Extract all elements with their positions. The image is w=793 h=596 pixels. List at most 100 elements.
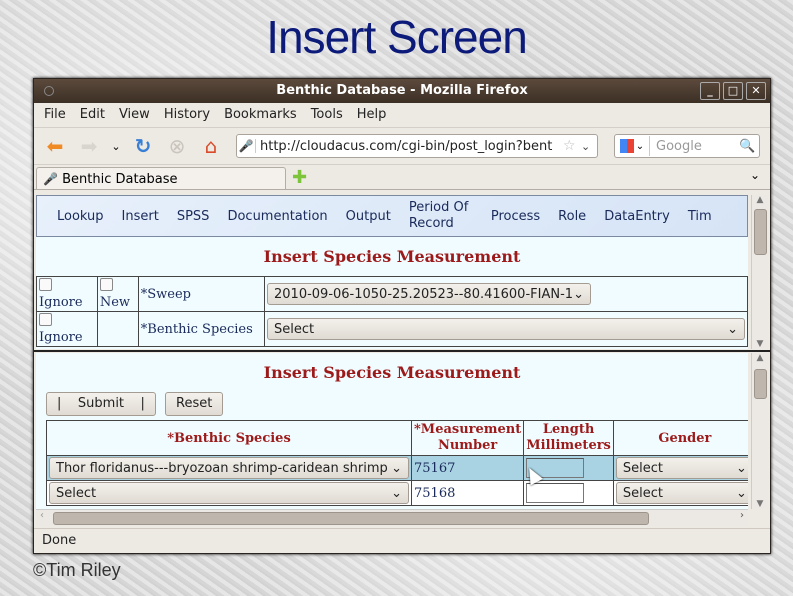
window-menu-icon[interactable] — [44, 86, 54, 96]
menu-view[interactable]: View — [119, 103, 150, 127]
sweep-select-value: 2010-09-06-1050-25.20523--80.41600-FIAN-… — [274, 286, 574, 302]
maximize-button[interactable]: □ — [723, 82, 743, 100]
length-input[interactable] — [526, 483, 585, 503]
horizontal-scrollbar[interactable]: ‹ › — [36, 509, 748, 526]
menu-bookmarks[interactable]: Bookmarks — [224, 103, 297, 127]
col-length-millimeters: Length Millimeters — [523, 420, 614, 456]
tab-benthic-database[interactable]: 🎤 Benthic Database — [36, 167, 286, 189]
new-checkbox[interactable] — [99, 278, 113, 291]
sweep-select[interactable]: 2010-09-06-1050-25.20523--80.41600-FIAN-… — [267, 283, 591, 305]
close-button[interactable]: ✕ — [746, 82, 766, 100]
menu-file[interactable]: File — [44, 103, 66, 127]
sweep-row: Ignore New *Sweep 2010-09-06-1050-25.205… — [36, 276, 748, 312]
bottom-frame: Insert Species Measurement | Submit | Re… — [36, 353, 748, 509]
url-dropdown-icon[interactable]: ⌄ — [581, 140, 597, 153]
measurement-table: *Benthic Species *Measurement Number Len… — [46, 420, 748, 506]
home-icon[interactable]: ⌂ — [198, 133, 224, 159]
gender-select-value: Select — [622, 460, 663, 476]
nav-spss[interactable]: SPSS — [177, 209, 210, 224]
bottom-form-title: Insert Species Measurement — [263, 363, 521, 382]
top-frame-scrollbar[interactable]: ▲ ▼ — [751, 195, 768, 349]
search-bar[interactable]: ⌄ Google 🔍 — [614, 134, 760, 158]
menu-edit[interactable]: Edit — [80, 103, 105, 127]
nav-insert[interactable]: Insert — [122, 209, 159, 224]
chevron-down-icon: ⌄ — [573, 286, 584, 302]
species-select-value: Select — [56, 485, 97, 501]
nav-tim[interactable]: Tim — [688, 209, 712, 224]
table-row: Thor floridanus---bryozoan shrimp-caride… — [46, 455, 748, 481]
nav-process[interactable]: Process — [491, 209, 540, 224]
scroll-thumb[interactable] — [754, 209, 767, 255]
table-row: Select ⌄ 75168 Select ⌄ — [46, 480, 748, 506]
scroll-left-icon[interactable]: ‹ — [40, 510, 44, 521]
chevron-down-icon: ⌄ — [391, 485, 402, 501]
chevron-down-icon: ⌄ — [727, 321, 738, 337]
nav-dataentry[interactable]: DataEntry — [604, 209, 670, 224]
col-benthic-species: *Benthic Species — [46, 420, 412, 456]
species-select[interactable]: Thor floridanus---bryozoan shrimp-caride… — [49, 457, 409, 479]
search-engine-icon[interactable]: ⌄ — [615, 136, 650, 156]
ignore-label: Ignore — [39, 295, 83, 310]
scroll-right-icon[interactable]: › — [740, 510, 744, 521]
site-favicon-icon: 🎤 — [237, 139, 256, 153]
bookmark-star-icon[interactable]: ☆ — [563, 138, 581, 154]
gender-select[interactable]: Select ⌄ — [615, 457, 748, 479]
scroll-down-icon[interactable]: ▼ — [752, 339, 768, 349]
back-arrow-icon[interactable]: ⬅ — [42, 133, 68, 159]
window-title: Benthic Database - Mozilla Firefox — [276, 83, 528, 98]
site-nav: Lookup Insert SPSS Documentation Output … — [36, 195, 748, 237]
col-gender: Gender — [612, 420, 748, 456]
tab-label: Benthic Database — [62, 172, 178, 187]
scroll-up-icon[interactable]: ▲ — [752, 195, 768, 205]
url-text[interactable]: http://cloudacus.com/cgi-bin/post_login?… — [260, 139, 563, 154]
gender-select[interactable]: Select ⌄ — [615, 482, 748, 504]
species-select[interactable]: Select ⌄ — [49, 482, 409, 504]
bottom-frame-scrollbar[interactable]: ▲ ▼ — [751, 353, 768, 509]
measurement-number: 75168 — [410, 480, 525, 506]
nav-output[interactable]: Output — [346, 209, 391, 224]
submit-button[interactable]: | Submit | — [46, 392, 156, 416]
stop-icon[interactable]: ⊗ — [164, 133, 190, 159]
tab-bar: 🎤 Benthic Database ✚ ⌄ — [34, 165, 770, 190]
ignore-checkbox[interactable] — [39, 278, 52, 291]
benthic-species-label: *Benthic Species — [140, 321, 253, 337]
scroll-thumb[interactable] — [754, 369, 767, 399]
species-select-value: Thor floridanus---bryozoan shrimp-caride… — [56, 460, 388, 476]
nav-period-of-record[interactable]: Period Of Record — [409, 200, 473, 232]
new-tab-icon[interactable]: ✚ — [292, 167, 307, 189]
menu-history[interactable]: History — [164, 103, 210, 127]
search-icon[interactable]: 🔍 — [739, 139, 759, 154]
minimize-button[interactable]: _ — [700, 82, 720, 100]
benthic-species-select[interactable]: Select ⌄ — [267, 318, 745, 340]
scroll-up-icon[interactable]: ▲ — [752, 353, 768, 363]
col-measurement-number: *Measurement Number — [410, 420, 525, 456]
hscroll-thumb[interactable] — [53, 512, 649, 525]
url-bar[interactable]: 🎤 http://cloudacus.com/cgi-bin/post_logi… — [236, 134, 598, 158]
nav-role[interactable]: Role — [558, 209, 586, 224]
new-label: New — [99, 295, 131, 310]
forward-arrow-icon[interactable]: ➡ — [76, 133, 102, 159]
frame-divider[interactable] — [34, 350, 770, 352]
nav-documentation[interactable]: Documentation — [227, 209, 327, 224]
copyright: ©Tim Riley — [33, 560, 121, 580]
list-all-tabs-icon[interactable]: ⌄ — [750, 168, 760, 182]
table-header: *Benthic Species *Measurement Number Len… — [46, 420, 748, 456]
browser-window: Benthic Database - Mozilla Firefox _ □ ✕… — [33, 78, 771, 554]
nav-lookup[interactable]: Lookup — [57, 209, 104, 224]
benthic-species-row: Ignore *Benthic Species Select ⌄ — [36, 311, 748, 347]
nav-toolbar: ⬅ ➡ ⌄ ↻ ⊗ ⌂ 🎤 http://cloudacus.com/cgi-b… — [34, 128, 770, 165]
window-titlebar: Benthic Database - Mozilla Firefox _ □ ✕ — [34, 79, 770, 103]
scroll-down-icon[interactable]: ▼ — [752, 499, 768, 509]
slide-title: Insert Screen — [266, 11, 528, 63]
reload-icon[interactable]: ↻ — [130, 133, 156, 159]
benthic-species-select-value: Select — [274, 321, 315, 337]
ignore-checkbox[interactable] — [39, 313, 52, 326]
history-dropdown-icon[interactable]: ⌄ — [110, 133, 122, 159]
menu-help[interactable]: Help — [357, 103, 387, 127]
measurement-number: 75167 — [410, 455, 525, 481]
top-frame: Lookup Insert SPSS Documentation Output … — [36, 195, 748, 349]
menu-tools[interactable]: Tools — [311, 103, 343, 127]
search-input[interactable]: Google — [650, 139, 739, 154]
reset-button[interactable]: Reset — [165, 392, 224, 416]
chevron-down-icon: ⌄ — [391, 460, 402, 476]
